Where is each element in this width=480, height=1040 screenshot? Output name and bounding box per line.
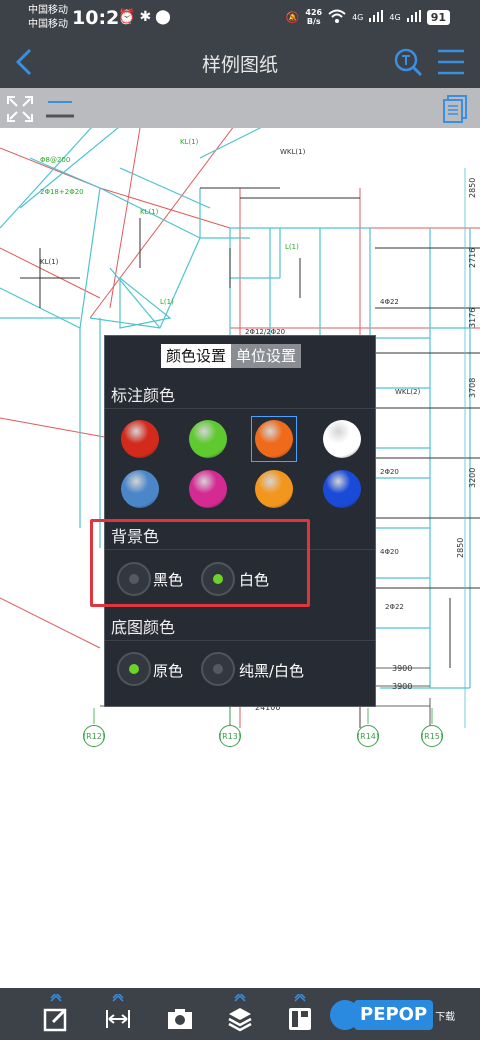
axis-bubble: (R15) (421, 725, 443, 747)
expand-icon (7, 96, 33, 122)
color-swatch[interactable] (121, 420, 159, 458)
axis-bubble: (R12) (83, 725, 105, 747)
dimension-label: 2716 (468, 247, 477, 268)
wifi-icon (328, 9, 346, 26)
dimension-label: 3708 (468, 377, 477, 398)
line-tool-icon (46, 101, 74, 118)
network-type-2: 4G (389, 12, 401, 22)
signal-icon-2 (406, 9, 421, 25)
edit-icon (43, 1008, 67, 1032)
layers-button[interactable] (220, 994, 260, 1036)
chevron-up-icon (50, 994, 62, 1002)
drawing-annotation: 4Φ20 (380, 548, 399, 556)
radio-base-original[interactable] (117, 652, 151, 686)
hamburger-icon (438, 49, 464, 75)
drawing-annotation: Φ8@200 (40, 156, 71, 164)
drawing-annotation: KL(1) (140, 208, 159, 216)
radio-base-original-label[interactable]: 原色 (153, 660, 183, 681)
divider (105, 640, 375, 641)
drawing-annotation: KL(1) (40, 258, 59, 266)
highlight-frame (90, 519, 310, 607)
radio-dot (129, 664, 139, 674)
layers-icon (228, 1008, 252, 1032)
color-swatch[interactable] (255, 470, 293, 508)
tab-color-settings[interactable]: 颜色设置 (161, 344, 232, 368)
camera-icon (168, 1009, 192, 1029)
drawing-annotation: L(1) (160, 298, 174, 306)
watermark-sub: 下载 (435, 1011, 456, 1023)
watermark-text: PEPOP (354, 1000, 434, 1030)
color-swatch[interactable] (323, 420, 361, 458)
bottom-dimension-1: 3900 (392, 664, 413, 673)
axis-bubble: (R13) (219, 725, 241, 747)
watermark-logo: PEPOP 下载 (330, 998, 455, 1032)
color-swatch[interactable] (323, 470, 361, 508)
drawing-toolstrip (0, 88, 480, 128)
radio-base-pure-label[interactable]: 纯黑/白色 (239, 660, 304, 681)
drawing-annotation: KL(1) (180, 138, 199, 146)
ruler-icon (106, 1010, 130, 1028)
dimension-label: 2850 (456, 537, 465, 558)
color-swatch[interactable] (121, 470, 159, 508)
chevron-up-icon (234, 994, 246, 1002)
axis-bubble: (R14) (357, 725, 379, 747)
bluetooth-icon: ✱ (139, 9, 156, 25)
layout-icon (289, 1008, 311, 1030)
text-search-icon (394, 48, 423, 77)
color-swatch[interactable] (189, 420, 227, 458)
location-icon: ⬤ (155, 9, 175, 25)
color-swatch[interactable] (189, 470, 227, 508)
carrier-2: 中国移动 (28, 19, 68, 30)
measure-tool-button[interactable] (44, 96, 76, 120)
battery-indicator: 91 (426, 9, 450, 25)
fullscreen-button[interactable] (6, 95, 34, 123)
dimension-label: 3176 (468, 307, 477, 328)
status-icons-left: ⏰✱⬤ (118, 9, 175, 25)
chevron-up-icon (294, 994, 306, 1002)
net-speed: 426 B/s (305, 8, 323, 26)
drawing-annotation: 2Φ22 (385, 603, 404, 611)
signal-icon-1 (369, 9, 384, 25)
title-bar: 样例图纸 (0, 36, 480, 88)
mute-icon: 🔕 (285, 10, 300, 24)
drawing-annotation: 4Φ22 (380, 298, 399, 306)
drawing-annotation: 2Φ20 (380, 468, 399, 476)
color-swatch[interactable] (255, 420, 293, 458)
status-bar: 中国移动 中国移动 10:26 ⏰✱⬤ 🔕 426 B/s 4G 4G 91 (0, 0, 480, 36)
measure-button[interactable] (98, 994, 138, 1036)
menu-button[interactable] (436, 48, 466, 76)
alarm-icon: ⏰ (118, 9, 140, 25)
dimension-label: 3200 (468, 467, 477, 488)
drawing-annotation: L(1) (285, 243, 299, 251)
drawing-annotation: WKL(2) (395, 388, 421, 396)
documents-icon (443, 95, 467, 123)
network-type-1: 4G (352, 12, 364, 22)
annotate-button[interactable] (36, 994, 76, 1036)
annotation-color-title: 标注颜色 (111, 386, 176, 405)
base-color-title: 底图颜色 (111, 618, 176, 637)
radio-base-pure[interactable] (201, 652, 235, 686)
settings-tabs: 颜色设置 单位设置 (161, 344, 302, 368)
drawing-annotation: 2Φ18+2Φ20 (40, 188, 84, 196)
divider (105, 408, 375, 409)
drawing-list-button[interactable] (440, 94, 470, 124)
carrier-1: 中国移动 (28, 5, 68, 16)
camera-button[interactable] (160, 994, 200, 1036)
tab-unit-settings[interactable]: 单位设置 (231, 344, 302, 368)
bottom-dimension-2: 3900 (392, 682, 413, 691)
status-icons-right: 🔕 426 B/s 4G 4G 91 (286, 8, 450, 26)
dimension-label: 2850 (468, 177, 477, 198)
radio-dot (213, 664, 223, 674)
chevron-up-icon (112, 994, 124, 1002)
text-search-button[interactable] (392, 46, 424, 78)
drawing-annotation: WKL(1) (280, 148, 306, 156)
layout-button[interactable] (280, 994, 320, 1036)
